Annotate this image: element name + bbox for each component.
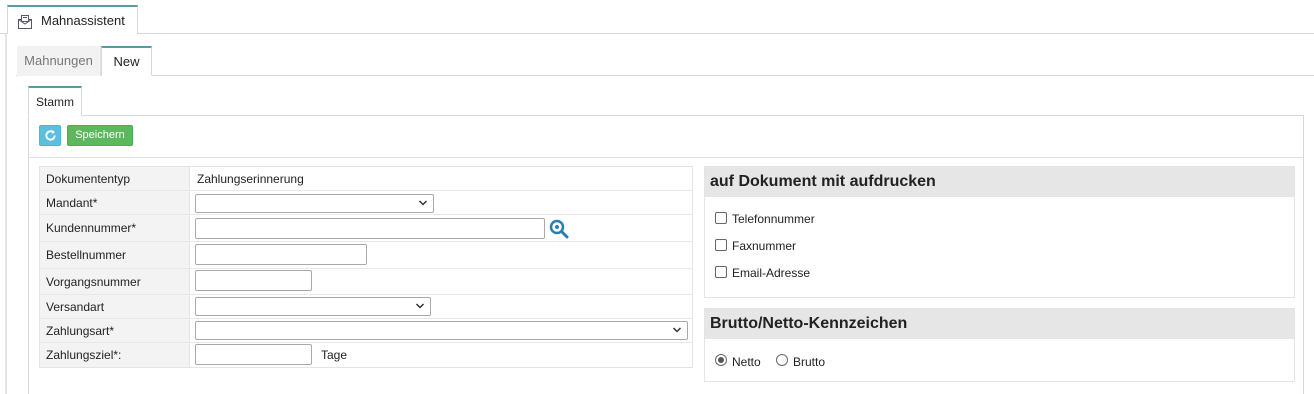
netto-label: Netto <box>732 355 761 369</box>
row-versandart: Versandart <box>40 295 692 319</box>
zahlungsart-select[interactable] <box>195 321 688 340</box>
row-vorgangsnummer: Vorgangsnummer <box>40 269 692 295</box>
brutto-radio[interactable] <box>776 354 788 366</box>
refresh-icon <box>45 129 56 141</box>
row-kundennummer: Kundennummer* <box>40 215 692 242</box>
brutto-netto-title: Brutto/Netto-Kennzeichen <box>705 309 1294 339</box>
zahlungsziel-unit: Tage <box>321 348 348 362</box>
stamm-line <box>28 115 1304 116</box>
faxnummer-label: Faxnummer <box>732 239 797 253</box>
label-vorgangsnummer: Vorgangsnummer <box>46 275 141 289</box>
versandart-select[interactable] <box>195 297 431 316</box>
chevron-down-icon <box>672 327 682 333</box>
email-label: Email-Adresse <box>732 266 811 280</box>
label-mandant: Mandant* <box>46 196 98 210</box>
telefonnummer-label: Telefonnummer <box>732 212 815 226</box>
zahlungsziel-input[interactable] <box>195 344 312 365</box>
left-edge <box>5 34 7 394</box>
print-options-section: auf Dokument mit aufdrucken Telefonnumme… <box>704 166 1295 298</box>
top-tabbar-line <box>0 33 1314 34</box>
brutto-netto-section: Brutto/Netto-Kennzeichen Netto Brutto <box>704 308 1295 382</box>
form-table: Dokumententyp Zahlungserinnerung Mandant… <box>39 166 693 368</box>
tab-new[interactable]: New <box>101 46 152 76</box>
print-options-title: auf Dokument mit aufdrucken <box>705 167 1294 197</box>
panel-border-right <box>1303 115 1304 394</box>
row-mandant: Mandant* <box>40 191 692 215</box>
search-icon[interactable] <box>548 218 570 243</box>
row-bestellnummer: Bestellnummer <box>40 242 692 269</box>
label-zahlungsziel: Zahlungsziel*: <box>46 348 122 362</box>
tabs-line <box>16 75 1314 76</box>
label-bestellnummer: Bestellnummer <box>46 248 127 262</box>
label-zahlungsart: Zahlungsart* <box>46 324 115 338</box>
chevron-down-icon <box>415 303 425 309</box>
label-dokumententyp: Dokumententyp <box>46 172 131 186</box>
refresh-button[interactable] <box>39 125 61 146</box>
row-zahlungsart: Zahlungsart* <box>40 319 692 343</box>
bestellnummer-input[interactable] <box>195 244 367 265</box>
label-kundennummer: Kundennummer* <box>46 221 137 235</box>
telefonnummer-checkbox[interactable] <box>715 212 727 224</box>
tab-mahnassistent-label: Mahnassistent <box>41 13 125 28</box>
chevron-down-icon <box>418 200 428 206</box>
tab-mahnungen[interactable]: Mahnungen <box>17 46 101 76</box>
label-versandart: Versandart <box>46 300 105 314</box>
netto-radio[interactable] <box>715 354 727 366</box>
save-button[interactable]: Speichern <box>67 125 133 146</box>
toolbar-divider <box>29 157 1303 158</box>
value-dokumententyp: Zahlungserinnerung <box>197 172 304 186</box>
row-zahlungsziel: Zahlungsziel*: Tage <box>40 343 692 367</box>
tab-stamm[interactable]: Stamm <box>28 86 82 116</box>
kundennummer-input[interactable] <box>195 218 545 239</box>
mail-icon <box>17 14 33 33</box>
row-dokumententyp: Dokumententyp Zahlungserinnerung <box>40 167 692 191</box>
tab-mahnassistent[interactable]: Mahnassistent <box>7 5 138 34</box>
email-checkbox[interactable] <box>715 266 727 278</box>
brutto-label: Brutto <box>793 355 826 369</box>
mandant-select[interactable] <box>195 194 434 213</box>
faxnummer-checkbox[interactable] <box>715 239 727 251</box>
vorgangsnummer-input[interactable] <box>195 270 312 291</box>
